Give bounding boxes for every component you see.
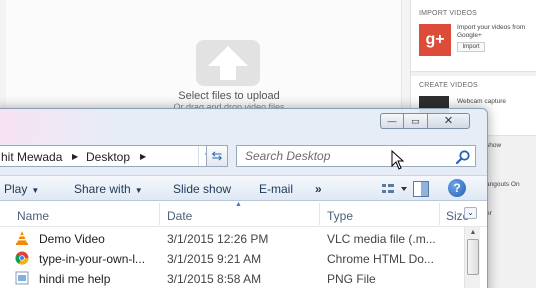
share-with-button[interactable]: Share with ▼: [74, 182, 143, 196]
search-box[interactable]: [236, 145, 476, 167]
share-with-label: Share with: [74, 182, 131, 196]
file-date: 3/1/2015 8:58 AM: [167, 272, 262, 286]
file-name[interactable]: type-in-your-own-l...: [39, 252, 145, 266]
sort-caret-icon: ▲: [235, 201, 242, 208]
scrollbar-thumb[interactable]: [467, 239, 479, 275]
more-commands-button[interactable]: »: [315, 182, 322, 196]
help-icon[interactable]: ?: [448, 179, 466, 197]
slide-show-button[interactable]: Slide show: [173, 182, 231, 196]
file-date: 3/1/2015 9:21 AM: [167, 252, 262, 266]
command-bar: Play ▼ Share with ▼ Slide show E-mail » ?: [0, 175, 487, 201]
import-heading: IMPORT VIDEOS: [419, 10, 477, 17]
breadcrumb-separator-icon[interactable]: ▶: [140, 152, 146, 161]
chevron-down-icon: ▼: [134, 186, 143, 195]
vlc-icon: [16, 231, 28, 245]
window-glow: [0, 109, 115, 143]
hangouts-link-partial[interactable]: angouts On: [486, 181, 520, 188]
breadcrumb-desktop[interactable]: Desktop: [86, 150, 130, 164]
vertical-scrollbar[interactable]: ▲: [464, 227, 480, 288]
chrome-icon: [15, 251, 29, 265]
scroll-up-icon[interactable]: ▲: [467, 227, 479, 238]
file-date: 3/1/2015 12:26 PM: [167, 232, 269, 246]
column-type[interactable]: Type: [327, 209, 353, 223]
column-headers: ▲ Name Date Type Size ⌄: [0, 201, 487, 227]
email-button[interactable]: E-mail: [259, 182, 293, 196]
upload-arrow-icon[interactable]: [196, 40, 260, 86]
png-file-icon: [15, 271, 29, 285]
play-label: Play: [4, 182, 28, 196]
column-divider[interactable]: [319, 203, 320, 225]
slideshow-link-partial[interactable]: show: [486, 142, 501, 149]
webcam-capture-link[interactable]: Webcam capture: [457, 98, 506, 105]
file-name[interactable]: hindi me help: [39, 272, 110, 286]
breadcrumb-separator-icon[interactable]: ▶: [72, 152, 78, 161]
file-row[interactable]: type-in-your-own-l... 3/1/2015 9:21 AM C…: [0, 249, 487, 269]
select-files-label[interactable]: Select files to upload: [116, 90, 342, 102]
file-type: VLC media file (.m...: [327, 232, 436, 246]
column-divider[interactable]: [159, 203, 160, 225]
create-heading: CREATE VIDEOS: [419, 82, 478, 89]
import-button[interactable]: Import: [457, 42, 485, 52]
column-divider[interactable]: [439, 203, 440, 225]
maximize-button[interactable]: ▭: [404, 113, 428, 129]
refresh-icon[interactable]: ⇆: [206, 145, 228, 167]
file-row[interactable]: Demo Video 3/1/2015 12:26 PM VLC media f…: [0, 229, 487, 249]
import-videos-card: IMPORT VIDEOS g+ Import your videos from…: [411, 0, 536, 72]
file-list: ▲ Name Date Type Size ⌄ Demo Video 3/1/2…: [0, 201, 487, 288]
close-button[interactable]: ✕: [428, 113, 470, 129]
search-input[interactable]: [237, 146, 451, 166]
minimize-button[interactable]: —: [380, 113, 404, 129]
preview-pane-icon[interactable]: [413, 181, 429, 197]
address-bar[interactable]: hit Mewada ▶ Desktop ▶ ▼: [0, 145, 217, 167]
change-view-icon[interactable]: [381, 181, 411, 197]
import-description: Import your videos from Google+: [457, 24, 526, 39]
column-chevron-icon[interactable]: ⌄: [464, 207, 477, 219]
play-button[interactable]: Play ▼: [4, 182, 39, 196]
column-date[interactable]: Date: [167, 209, 192, 223]
search-icon[interactable]: [455, 149, 471, 165]
mouse-cursor-icon: [391, 150, 405, 170]
chevron-down-icon: ▼: [31, 186, 40, 195]
google-plus-icon[interactable]: g+: [419, 24, 451, 56]
file-row[interactable]: hindi me help 3/1/2015 8:58 AM PNG File: [0, 269, 487, 288]
explorer-window[interactable]: — ▭ ✕ hit Mewada ▶ Desktop ▶ ▼ ⇆ Play▼ S…: [0, 108, 488, 288]
column-name[interactable]: Name: [17, 209, 49, 223]
file-type: Chrome HTML Do...: [327, 252, 434, 266]
file-type: PNG File: [327, 272, 376, 286]
file-name[interactable]: Demo Video: [39, 232, 105, 246]
breadcrumb-user[interactable]: hit Mewada: [1, 150, 62, 164]
